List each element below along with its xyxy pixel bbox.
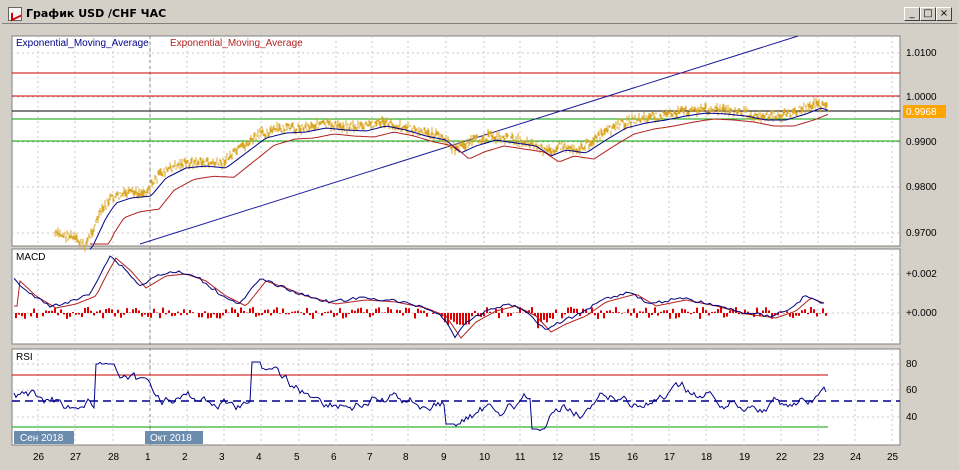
day-tick-label: 7 [367, 452, 373, 463]
month-label-oct: Окт 2018 [150, 433, 192, 444]
rsi-ytick: 60 [906, 385, 918, 396]
day-tick-label: 3 [219, 452, 225, 463]
main-ytick: 0.9800 [906, 182, 937, 193]
rsi-panel[interactable] [11, 348, 901, 446]
day-tick-label: 2 [182, 452, 188, 463]
legend-ema-slow: Exponential_Moving_Average [170, 38, 303, 49]
day-tick-label: 1 [145, 452, 151, 463]
time-axis: 26 27 28 1 2 3 4 5 6 7 8 9 10 11 12 15 16 17 18 19 22 23 24 25 [33, 452, 899, 463]
day-tick-label: 12 [552, 452, 564, 463]
day-tick-label: 19 [739, 452, 751, 463]
current-price-label: 0.9968 [906, 107, 937, 118]
day-tick-label: 28 [108, 452, 120, 463]
day-tick-label: 11 [515, 452, 526, 463]
macd-label: MACD [16, 252, 45, 263]
rsi-ytick: 80 [906, 359, 918, 370]
day-tick-label: 24 [850, 452, 862, 463]
day-tick-label: 4 [256, 452, 262, 463]
main-ytick: 1.0000 [906, 92, 937, 103]
day-tick-label: 22 [776, 452, 788, 463]
maximize-button[interactable]: □ [920, 7, 936, 21]
day-tick-label: 23 [813, 452, 825, 463]
main-ytick: 0.9900 [906, 137, 937, 148]
month-label-sep: Сен 2018 [20, 433, 64, 444]
day-tick-label: 8 [403, 452, 409, 463]
rsi-ytick: 40 [906, 412, 918, 423]
macd-panel[interactable] [11, 248, 901, 345]
day-tick-label: 18 [701, 452, 713, 463]
window-title: График USD /CHF ЧАС [26, 7, 167, 20]
main-ytick: 1.0100 [906, 48, 937, 59]
legend-ema-fast: Exponential_Moving_Average [16, 38, 149, 49]
day-tick-label: 26 [33, 452, 45, 463]
day-tick-label: 9 [441, 452, 447, 463]
day-tick-label: 27 [70, 452, 82, 463]
minimize-button[interactable]: _ [904, 7, 920, 21]
rsi-label: RSI [16, 352, 33, 363]
day-tick-label: 5 [294, 452, 300, 463]
day-tick-label: 10 [479, 452, 491, 463]
macd-ytick: +0.002 [906, 269, 937, 280]
macd-ytick: +0.000 [906, 308, 937, 319]
day-tick-label: 25 [887, 452, 899, 463]
window-title-bar[interactable]: График USD /CHF ЧАС _ □ × [2, 4, 957, 24]
chart-canvas[interactable]: Exponential_Moving_Average Exponential_M… [0, 24, 959, 470]
chart-window[interactable]: Exponential_Moving_Average Exponential_M… [0, 24, 959, 470]
close-button[interactable]: × [936, 7, 952, 21]
chart-window-icon [8, 7, 22, 21]
day-tick-label: 17 [664, 452, 676, 463]
day-tick-label: 15 [589, 452, 601, 463]
main-ytick: 0.9700 [906, 228, 937, 239]
day-tick-label: 6 [331, 452, 337, 463]
day-tick-label: 16 [627, 452, 639, 463]
